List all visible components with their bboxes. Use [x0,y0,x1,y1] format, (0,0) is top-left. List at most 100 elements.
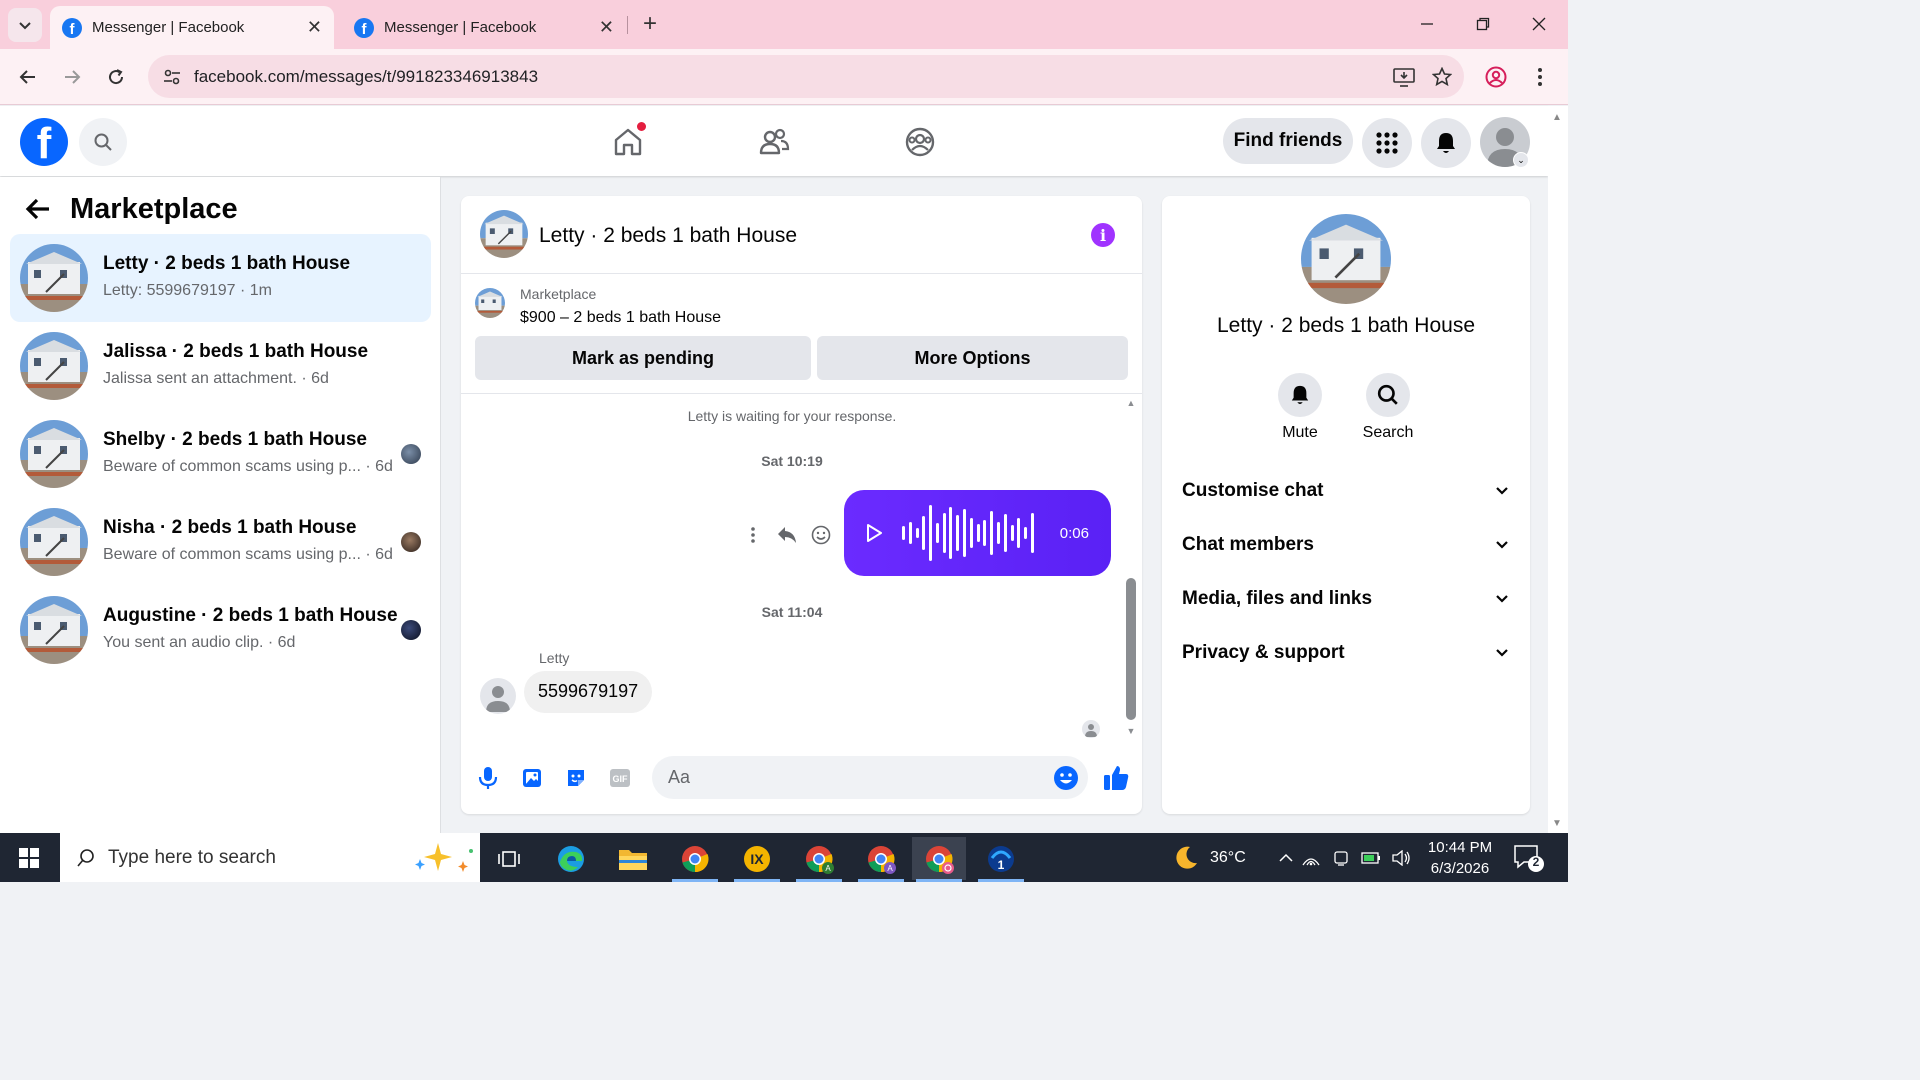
more-actions-button[interactable] [736,518,770,552]
reload-button[interactable] [100,61,132,93]
url-text[interactable]: facebook.com/messages/t/991823346913843 [194,67,1388,87]
more-options-button[interactable]: More Options [817,336,1128,380]
react-button[interactable] [804,518,838,552]
waiting-notice: Letty is waiting for your response. [687,408,897,424]
account-chevron-icon[interactable]: ⌄ [1513,152,1529,168]
thumbs-up-icon [1104,766,1129,790]
chat-header: Letty · 2 beds 1 bath House i [461,196,1142,274]
minimize-button[interactable] [1407,8,1447,40]
taskbar-chrome[interactable] [668,837,722,882]
scroll-up-arrow[interactable]: ▲ [1552,112,1562,123]
battery-icon[interactable] [1356,851,1386,865]
section-label: Customise chat [1182,480,1324,501]
section-customise-chat[interactable]: Customise chat [1182,471,1510,511]
profile-icon [1485,66,1507,88]
mark-as-pending-button[interactable]: Mark as pending [475,336,811,380]
listing-thumbnail[interactable] [475,288,505,318]
taskbar-app-badge[interactable]: 1 [974,837,1028,882]
voice-clip-button[interactable] [472,762,504,794]
sticker-button[interactable] [560,762,592,794]
section-privacy-support[interactable]: Privacy & support [1182,633,1510,673]
conversation-item[interactable]: Shelby · 2 beds 1 bath House Beware of c… [10,410,431,498]
groups-nav-button[interactable] [898,120,942,164]
taskbar-chrome-profile-a2[interactable]: A [854,837,908,882]
taskbar-file-explorer[interactable] [606,837,660,880]
running-indicator [978,879,1024,882]
scroll-down-arrow[interactable]: ▼ [1124,726,1138,736]
play-icon[interactable] [864,523,884,543]
restore-button[interactable] [1463,8,1503,40]
message-input[interactable] [652,756,1088,799]
menu-grid-button[interactable] [1362,118,1412,168]
home-nav-button[interactable] [606,120,650,164]
bookmark-star-icon[interactable] [1426,61,1458,93]
reply-button[interactable] [770,518,804,552]
new-tab-button[interactable]: + [636,10,664,38]
scroll-down-arrow[interactable]: ▼ [1552,818,1562,829]
taskbar-chrome-profile-a[interactable]: A [792,837,846,882]
friends-nav-button[interactable] [752,120,796,164]
weather-widget[interactable]: 36°C [1170,833,1246,882]
find-friends-button[interactable]: Find friends [1223,118,1353,164]
browser-tab-messenger-active[interactable]: f Messenger | Facebook ✕ [50,6,334,49]
install-app-icon[interactable] [1388,61,1420,93]
conversation-preview: Jalissa sent an attachment. · 6d [103,370,329,387]
sender-avatar[interactable] [480,678,516,714]
taskbar-chrome-active[interactable] [912,837,966,882]
network-icon[interactable] [1296,850,1326,866]
meet-now-icon[interactable] [1326,849,1356,867]
search-in-conversation-button[interactable]: Search [1358,373,1418,442]
chevron-up-icon[interactable] [1276,853,1296,862]
conversation-item[interactable]: Jalissa · 2 beds 1 bath House Jalissa se… [10,322,431,410]
chat-title[interactable]: Letty · 2 beds 1 bath House [539,224,797,248]
listing-price-title[interactable]: $900 – 2 beds 1 bath House [520,309,721,327]
section-chat-members[interactable]: Chat members [1182,525,1510,565]
address-bar[interactable]: facebook.com/messages/t/991823346913843 [148,55,1464,98]
taskbar-search-input[interactable] [108,846,388,869]
chat-listing-thumbnail[interactable] [480,210,528,258]
incoming-message-bubble[interactable]: 5599679197 [524,671,653,713]
site-info-icon[interactable] [160,65,184,89]
taskbar-ix-app[interactable]: IX [730,837,784,882]
gif-button[interactable]: GIF [604,762,636,794]
start-button[interactable] [0,833,58,882]
info-listing-thumbnail[interactable] [1301,214,1391,304]
mute-button[interactable]: Mute [1270,373,1330,442]
notification-dot [637,122,646,131]
section-media-files-links[interactable]: Media, files and links [1182,579,1510,619]
emoji-button[interactable] [1052,764,1080,792]
browser-tab-messenger[interactable]: f Messenger | Facebook ✕ [342,6,626,49]
notifications-button[interactable] [1421,118,1471,168]
taskbar-edge[interactable] [544,837,598,880]
like-button[interactable] [1100,762,1132,794]
back-button[interactable] [12,61,44,93]
task-view-button[interactable] [482,837,536,880]
facebook-search-button[interactable] [79,118,127,166]
close-tab-icon[interactable]: ✕ [307,17,322,38]
back-arrow-button[interactable] [20,191,56,227]
action-center-button[interactable]: 2 [1512,843,1544,873]
facebook-logo[interactable]: f [20,118,68,166]
browser-menu-button[interactable] [1524,61,1556,93]
search-icon [77,848,94,867]
taskbar-clock[interactable]: 10:44 PM 6/3/2026 [1418,837,1502,879]
conversation-item[interactable]: Letty · 2 beds 1 bath House Letty: 55996… [10,234,431,322]
sender-name: Letty [539,650,570,666]
conversation-item[interactable]: Nisha · 2 beds 1 bath House Beware of co… [10,498,431,586]
close-window-button[interactable] [1519,8,1559,40]
page-scrollbar[interactable]: ▲ ▼ [1548,106,1568,833]
message-scroll-thumb[interactable] [1126,578,1136,720]
close-tab-icon[interactable]: ✕ [599,17,614,38]
audio-duration: 0:06 [1059,524,1089,542]
audio-message-bubble[interactable]: 0:06 [844,490,1111,576]
attach-photo-button[interactable] [516,762,548,794]
browser-profile-button[interactable] [1480,61,1512,93]
volume-icon[interactable] [1386,849,1416,866]
tab-search-button[interactable] [8,8,42,42]
conversation-info-icon[interactable]: i [1091,223,1115,247]
conversation-item[interactable]: Augustine · 2 beds 1 bath House You sent… [10,586,431,674]
scroll-up-arrow[interactable]: ▲ [1124,398,1138,408]
arrow-right-icon [65,70,81,84]
forward-button[interactable] [56,61,88,93]
taskbar-search-box[interactable] [60,833,480,882]
